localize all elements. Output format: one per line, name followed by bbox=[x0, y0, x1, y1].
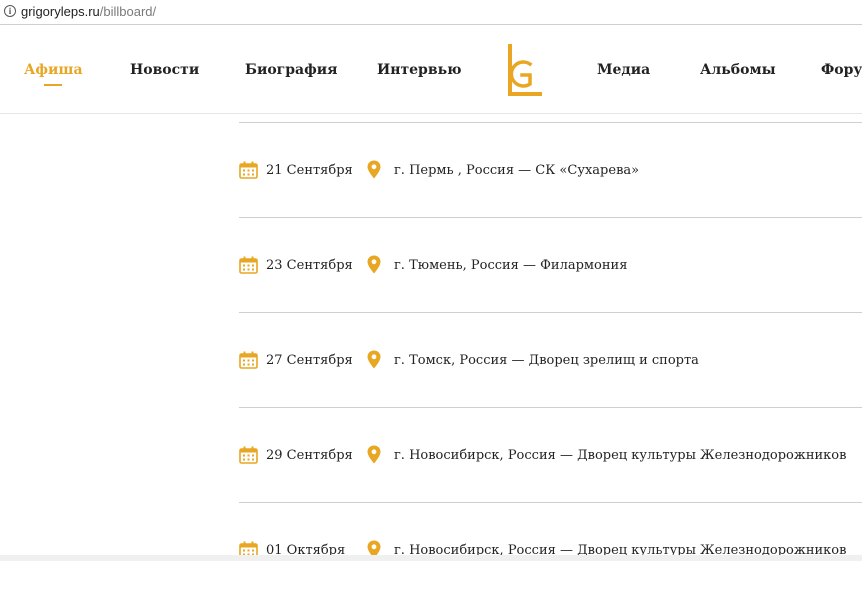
nav-item-label: Альбомы bbox=[700, 62, 776, 78]
location-pin-icon bbox=[367, 350, 381, 369]
event-date: 27 Сентября bbox=[266, 353, 353, 368]
nav-item-interview[interactable]: Интервью bbox=[377, 62, 461, 78]
event-place: г. Томск, Россия — Дворец зрелищ и спорт… bbox=[394, 353, 699, 368]
logo-text: GL bbox=[500, 42, 502, 43]
event-date: 23 Сентября bbox=[266, 258, 353, 273]
url-host: grigoryleps.ru bbox=[21, 4, 100, 19]
events-list: 21 Сентября г. Пермь , Россия — СК «Суха… bbox=[239, 122, 862, 597]
calendar-icon bbox=[239, 161, 258, 179]
event-place: г. Новосибирск, Россия — Дворец культуры… bbox=[394, 448, 847, 463]
event-place: г. Пермь , Россия — СК «Сухарева» bbox=[394, 163, 640, 178]
site-logo[interactable]: GL bbox=[500, 42, 544, 98]
calendar-icon bbox=[239, 351, 258, 369]
event-date: 29 Сентября bbox=[266, 448, 353, 463]
event-place: г. Тюмень, Россия — Филармония bbox=[394, 258, 628, 273]
event-row[interactable]: 29 Сентября г. Новосибирск, Россия — Дво… bbox=[239, 408, 862, 502]
nav-item-label: Биография bbox=[245, 62, 338, 78]
nav-item-news[interactable]: Новости bbox=[130, 62, 199, 78]
nav-item-albums[interactable]: Альбомы bbox=[700, 62, 776, 78]
nav-item-label: Интервью bbox=[377, 62, 462, 78]
info-icon[interactable]: i bbox=[4, 5, 16, 17]
nav-item-biography[interactable]: Биография bbox=[245, 62, 337, 78]
event-row[interactable]: 01 Октября г. Новосибирск, Россия — Двор… bbox=[239, 503, 862, 597]
event-date: 21 Сентября bbox=[266, 163, 353, 178]
nav-item-label: Медиа bbox=[597, 62, 651, 78]
url-path: /billboard/ bbox=[99, 4, 157, 19]
horizontal-scrollbar[interactable] bbox=[0, 555, 862, 561]
calendar-icon bbox=[239, 256, 258, 274]
nav-item-afisha[interactable]: Афиша bbox=[24, 62, 83, 86]
location-pin-icon bbox=[367, 160, 381, 179]
nav-item-label: Форум bbox=[821, 62, 862, 78]
calendar-icon bbox=[239, 446, 258, 464]
location-pin-icon bbox=[367, 255, 381, 274]
address-bar[interactable]: i grigoryleps.ru/billboard/ bbox=[0, 0, 862, 25]
nav-item-label: Афиша bbox=[24, 62, 83, 78]
nav-item-forum[interactable]: Форум bbox=[821, 62, 862, 78]
active-underline bbox=[44, 84, 63, 86]
event-row[interactable]: 23 Сентября г. Тюмень, Россия — Филармон… bbox=[239, 218, 862, 312]
event-row[interactable]: 27 Сентября г. Томск, Россия — Дворец зр… bbox=[239, 313, 862, 407]
nav-item-label: Новости bbox=[130, 62, 200, 78]
nav-item-media[interactable]: Медиа bbox=[597, 62, 650, 78]
url-text[interactable]: grigoryleps.ru/billboard/ bbox=[21, 4, 156, 19]
main-navigation: Афиша Новости Биография Интервью GL Меди… bbox=[0, 25, 862, 114]
location-pin-icon bbox=[367, 445, 381, 464]
event-row[interactable]: 21 Сентября г. Пермь , Россия — СК «Суха… bbox=[239, 123, 862, 217]
